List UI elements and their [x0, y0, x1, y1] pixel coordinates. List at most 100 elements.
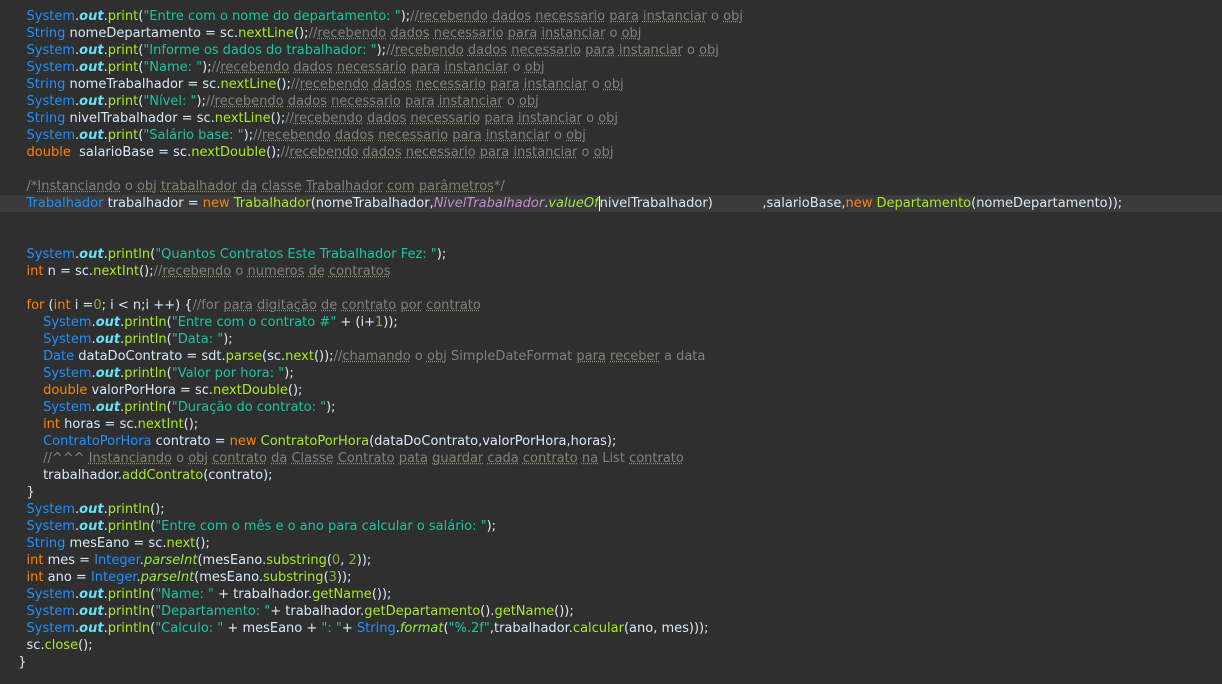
code-token: i =: [70, 298, 94, 313]
code-line[interactable]: System.out.println("Calculo: " + mesEano…: [0, 620, 1222, 637]
code-token: dados: [491, 9, 532, 24]
code-token: System: [26, 604, 76, 619]
code-token: dados: [362, 145, 402, 160]
code-token: instanciar: [642, 9, 707, 24]
code-token: "Departamento: ": [155, 604, 271, 619]
code-line[interactable]: double valorPorHora = sc.nextDouble();: [0, 382, 1222, 399]
code-editor[interactable]: System.out.print("Entre com o nome do de…: [0, 0, 1222, 684]
code-token: ,trabalhador.: [489, 621, 573, 636]
code-token: String: [356, 621, 396, 636]
code-token: }: [26, 485, 35, 500]
code-token: (sc.: [262, 349, 286, 364]
code-token: Instanciando: [88, 451, 172, 466]
code-line[interactable]: trabalhador.addContrato(contrato);: [0, 467, 1222, 484]
code-line[interactable]: int mes = Integer.parseInt(mesEano.subst…: [0, 552, 1222, 569]
code-line[interactable]: //^^^ Instanciando o obj contrato da Cla…: [0, 450, 1222, 467]
code-line[interactable]: /*Instanciando o obj trabalhador da clas…: [0, 178, 1222, 195]
code-line[interactable]: int ano = Integer.parseInt(mesEano.subst…: [0, 569, 1222, 586]
code-token: String: [26, 26, 66, 41]
code-token: "Data: ": [171, 332, 224, 347]
code-token: print: [107, 43, 139, 58]
code-token: println: [107, 604, 151, 619]
code-token: para: [452, 128, 482, 143]
code-token: System: [26, 587, 76, 602]
code-line[interactable]: String mesEano = sc.next();: [0, 535, 1222, 552]
code-token: valorPorHora = sc.: [87, 383, 214, 398]
code-line[interactable]: System.out.println("Quantos Contratos Es…: [0, 246, 1222, 263]
code-token: nivelTrabalhador) ,salarioBase,: [599, 196, 846, 211]
code-line[interactable]: String nomeDepartamento = sc.nextLine();…: [0, 25, 1222, 42]
code-line[interactable]: System.out.print("Informe os dados do tr…: [0, 42, 1222, 59]
code-token: instanciar: [541, 26, 606, 41]
code-line[interactable]: System.out.println("Name: " + trabalhado…: [0, 586, 1222, 603]
code-token: recebendo: [261, 128, 331, 143]
code-token: println: [124, 400, 167, 415]
code-token: ));: [383, 315, 398, 330]
code-line[interactable]: [0, 212, 1222, 229]
code-token: ());: [313, 349, 334, 364]
code-token: SimpleDateFormat: [446, 349, 577, 364]
code-line[interactable]: System.out.print("Name: ");//recebendo d…: [0, 59, 1222, 76]
code-token: NivelTrabalhador: [433, 196, 545, 211]
code-line[interactable]: System.out.println("Valor por hora: ");: [0, 365, 1222, 382]
code-line[interactable]: System.out.println("Duração do contrato:…: [0, 399, 1222, 416]
code-line[interactable]: ContratoPorHora contrato = new ContratoP…: [0, 433, 1222, 450]
code-line[interactable]: System.out.print("Salário base: ");//rec…: [0, 127, 1222, 144]
code-token: //: [386, 43, 395, 58]
code-line[interactable]: int horas = sc.nextInt();: [0, 416, 1222, 433]
code-line[interactable]: double salarioBase = sc.nextDouble();//r…: [0, 144, 1222, 161]
code-line[interactable]: String nivelTrabalhador = sc.nextLine();…: [0, 110, 1222, 127]
code-token: new: [229, 434, 257, 449]
code-line[interactable]: [0, 229, 1222, 246]
code-line[interactable]: int n = sc.nextInt();//recebendo o numer…: [0, 263, 1222, 280]
code-line[interactable]: for (int i =0; i < n;i ++) {//for para d…: [0, 297, 1222, 314]
code-line[interactable]: [0, 161, 1222, 178]
code-token: substring: [262, 570, 324, 585]
code-token: instanciar: [523, 77, 588, 92]
code-token: instanciar: [438, 94, 503, 109]
code-token: ();: [270, 111, 286, 126]
code-line[interactable]: Date dataDoContrato = sdt.parse(sc.next(…: [0, 348, 1222, 365]
code-line[interactable]: sc.close();: [0, 637, 1222, 654]
code-token: recebendo: [293, 111, 363, 126]
code-token: salarioBase = sc.: [70, 145, 192, 160]
code-line[interactable]: [0, 280, 1222, 297]
code-token: recebendo: [220, 60, 290, 75]
code-token: horas = sc.: [60, 417, 138, 432]
code-token: "Salário base: ": [143, 128, 244, 143]
code-token: necessario: [331, 94, 401, 109]
code-line[interactable]: }: [0, 484, 1222, 501]
code-line[interactable]: }: [0, 654, 1222, 671]
code-token: trabalhador: [160, 179, 237, 194]
code-token: println: [107, 247, 151, 262]
code-line[interactable]: Trabalhador trabalhador = new Trabalhado…: [0, 195, 1222, 212]
code-token: "Nível: ": [143, 94, 197, 109]
code-token: necessario: [336, 60, 407, 75]
code-token: out: [79, 60, 104, 75]
code-token: contrato: [212, 451, 267, 466]
code-line[interactable]: System.out.print("Entre com o nome do de…: [0, 8, 1222, 25]
code-token: de: [308, 264, 325, 279]
code-token: System: [43, 366, 92, 381]
code-line[interactable]: System.out.println("Departamento: "+ tra…: [0, 603, 1222, 620]
code-line[interactable]: System.out.println("Entre com o contrato…: [0, 314, 1222, 331]
code-token: + (i+: [336, 315, 375, 330]
code-token: Instanciando: [37, 179, 121, 194]
code-line[interactable]: System.out.print("Nível: ");//recebendo …: [0, 93, 1222, 110]
code-line[interactable]: System.out.println();: [0, 501, 1222, 518]
code-line[interactable]: String nomeTrabalhador = sc.nextLine();/…: [0, 76, 1222, 93]
code-token: de: [321, 298, 338, 313]
code-line[interactable]: System.out.println("Data: ");: [0, 331, 1222, 348]
code-line[interactable]: System.out.println("Entre com o mês e o …: [0, 518, 1222, 535]
code-token: );: [486, 519, 497, 534]
code-token: para: [410, 60, 441, 75]
